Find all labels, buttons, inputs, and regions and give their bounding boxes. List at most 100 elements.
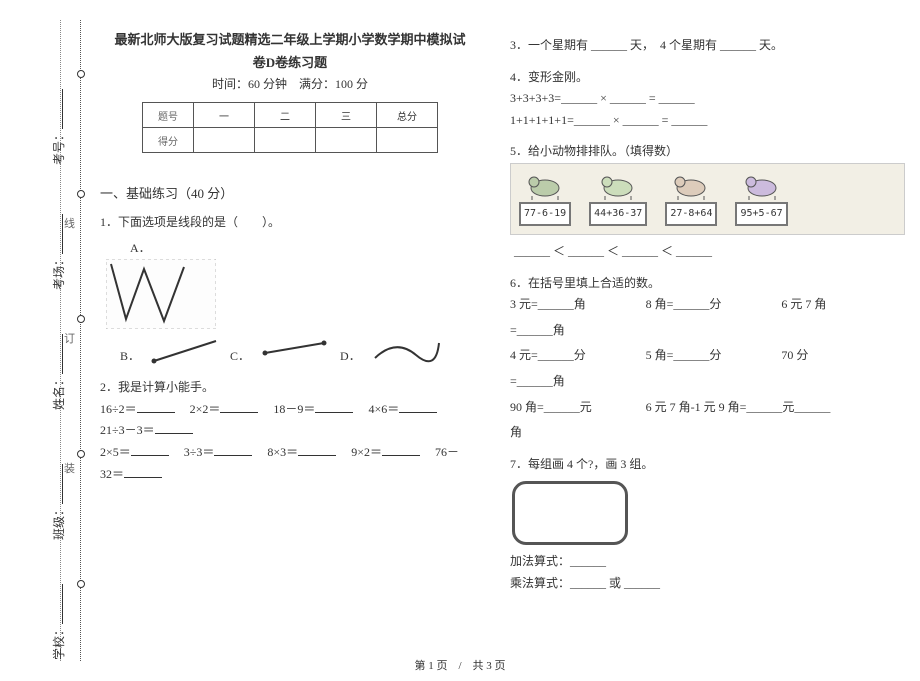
question-7: 7．每组画 4 个?，画 3 组。 加法算式：______ 乘法算式：_____… [510, 454, 905, 595]
binding-label-id: 考号： [50, 89, 67, 165]
animal-icon [595, 170, 641, 200]
q4-stem: 4．变形金刚。 [510, 67, 905, 89]
title-line2: 卷D卷练习题 [100, 52, 480, 71]
q1-figure-b [150, 333, 220, 367]
question-4: 4．变形金刚。 3+3+3+3=______ × ______ = ______… [510, 67, 905, 132]
binding-dot [77, 315, 85, 323]
binding-dot [77, 190, 85, 198]
binding-label-school: 学校： [50, 584, 67, 660]
q6-stem: 6．在括号里填上合适的数。 [510, 273, 905, 295]
q5-animal-row: 77-6-19 44+36-37 27-8+64 95+5-67 [510, 163, 905, 235]
q2-stem: 2．我是计算小能手。 [100, 377, 480, 399]
expr: 8×3＝ [267, 445, 298, 459]
q5-stem: 5．给小动物排排队。（填得数） [510, 141, 905, 163]
q2-line2: 21÷3－3＝ [100, 420, 480, 442]
expr: 9×2＝ [351, 445, 382, 459]
q5-inequality: ______ ＜ ______ ＜ ______ ＜ ______ [514, 241, 905, 263]
score-col-3: 三 [316, 103, 377, 128]
score-col-total: 总分 [377, 103, 438, 128]
right-column: 3．一个星期有 ______ 天， 4 个星期有 ______ 天。 4．变形金… [510, 25, 905, 641]
left-column: 最新北师大版复习试题精选二年级上学期小学数学期中模拟试 卷D卷练习题 时间：60… [100, 25, 480, 641]
q5-animal-2: 44+36-37 [589, 170, 647, 226]
text: 考场： [52, 254, 66, 290]
q1-option-b-label: B． [120, 346, 140, 368]
score-cell [255, 128, 316, 153]
question-5: 5．给小动物排排队。（填得数） 77-6-19 44+36-37 27-8+64… [510, 141, 905, 262]
score-col-1: 一 [194, 103, 255, 128]
question-1: 1．下面选项是线段的是（ ）。 A． B． C． D． [100, 212, 480, 367]
time-score-meta: 时间：60 分钟 满分：100 分 [100, 75, 480, 92]
binding-label-room: 考场： [50, 214, 67, 290]
q6-cell: =______角 [510, 371, 905, 393]
binding-label-name: 姓名： [50, 334, 67, 410]
binding-dot [77, 580, 85, 588]
q5-expr-1: 77-6-19 [519, 202, 571, 226]
q6-cell: 角 [510, 422, 905, 444]
question-6: 6．在括号里填上合适的数。 3 元=______角 8 角=______分 6 … [510, 273, 905, 444]
binding-column: 订 线 装 学校： 班级： 姓名： 考场： 考号： [0, 0, 90, 681]
q5-animal-3: 27-8+64 [665, 170, 717, 226]
text: 姓名： [52, 374, 66, 410]
q7-addition: 加法算式：______ [510, 551, 905, 573]
q5-animal-1: 77-6-19 [519, 170, 571, 226]
q6-cell: 5 角=______分 [646, 345, 770, 367]
q4-line1: 3+3+3+3=______ × ______ = ______ [510, 88, 905, 110]
question-2: 2．我是计算小能手。 16÷2＝ 2×2＝ 18－9＝ 4×6＝ 21÷3－3＝… [100, 377, 480, 485]
expr: 21÷3－3＝ [100, 423, 155, 437]
q1-figure-a [106, 259, 216, 329]
binding-dotted-line-outer [80, 20, 81, 661]
expr: 2×5＝ [100, 445, 131, 459]
binding-dot [77, 70, 85, 78]
animal-icon [522, 170, 568, 200]
score-col-2: 二 [255, 103, 316, 128]
score-cell [377, 128, 438, 153]
title-line1: 最新北师大版复习试题精选二年级上学期小学数学期中模拟试 [100, 29, 480, 48]
q1-option-c-label: C． [230, 346, 250, 368]
q5-expr-2: 44+36-37 [589, 202, 647, 226]
q6-cell: 70 分 [781, 345, 905, 367]
question-3: 3．一个星期有 ______ 天， 4 个星期有 ______ 天。 [510, 35, 905, 57]
animal-icon [739, 170, 785, 200]
section-1-heading: 一、基础练习（40 分） [100, 183, 480, 202]
q6-cell: =______角 [510, 320, 905, 342]
text: 班级： [52, 504, 66, 540]
q1-stem: 1．下面选项是线段的是（ ）。 [100, 212, 480, 234]
animal-icon [668, 170, 714, 200]
q1-figure-d [371, 333, 441, 367]
q6-cell: 4 元=______分 [510, 345, 634, 367]
score-cell [194, 128, 255, 153]
score-header-label: 题号 [143, 103, 194, 128]
text: 考号： [52, 129, 66, 165]
score-table: 题号 一 二 三 总分 得分 [142, 102, 438, 153]
q6-cell: 90 角=______元 [510, 397, 634, 419]
q1-option-d-label: D． [340, 346, 361, 368]
q2-line1: 16÷2＝ 2×2＝ 18－9＝ 4×6＝ [100, 399, 480, 421]
expr: 76－ [435, 445, 459, 459]
q6-cell: 6 元 7 角 [781, 294, 905, 316]
q1-option-a-label: A． [130, 238, 480, 260]
score-cell [316, 128, 377, 153]
q6-cell: 6 元 7 角-1 元 9 角=______元______ [646, 397, 905, 419]
q4-line2: 1+1+1+1+1=______ × ______ = ______ [510, 110, 905, 132]
q7-draw-box [512, 481, 628, 545]
expr: 32＝ [100, 467, 124, 481]
q6-cell: 8 角=______分 [646, 294, 770, 316]
text: 学校： [52, 624, 66, 660]
q1-figure-c [260, 333, 330, 367]
q2-line3: 2×5＝ 3÷3＝ 8×3＝ 9×2＝ 76－ [100, 442, 480, 464]
q5-expr-4: 95+5-67 [735, 202, 787, 226]
q6-grid: 3 元=______角 8 角=______分 6 元 7 角 =______角… [510, 294, 905, 444]
binding-dot [77, 450, 85, 458]
q6-cell: 3 元=______角 [510, 294, 634, 316]
q5-expr-3: 27-8+64 [665, 202, 717, 226]
q5-animal-4: 95+5-67 [735, 170, 787, 226]
expr: 4×6＝ [368, 402, 399, 416]
score-row-label: 得分 [143, 128, 194, 153]
expr: 16÷2＝ [100, 402, 137, 416]
binding-label-class: 班级： [50, 464, 67, 540]
expr: 18－9＝ [273, 402, 315, 416]
page-footer: 第 1 页 / 共 3 页 [0, 657, 920, 673]
q3-text: 3．一个星期有 ______ 天， 4 个星期有 ______ 天。 [510, 38, 783, 52]
expr: 2×2＝ [190, 402, 221, 416]
q7-stem: 7．每组画 4 个?，画 3 组。 [510, 454, 905, 476]
